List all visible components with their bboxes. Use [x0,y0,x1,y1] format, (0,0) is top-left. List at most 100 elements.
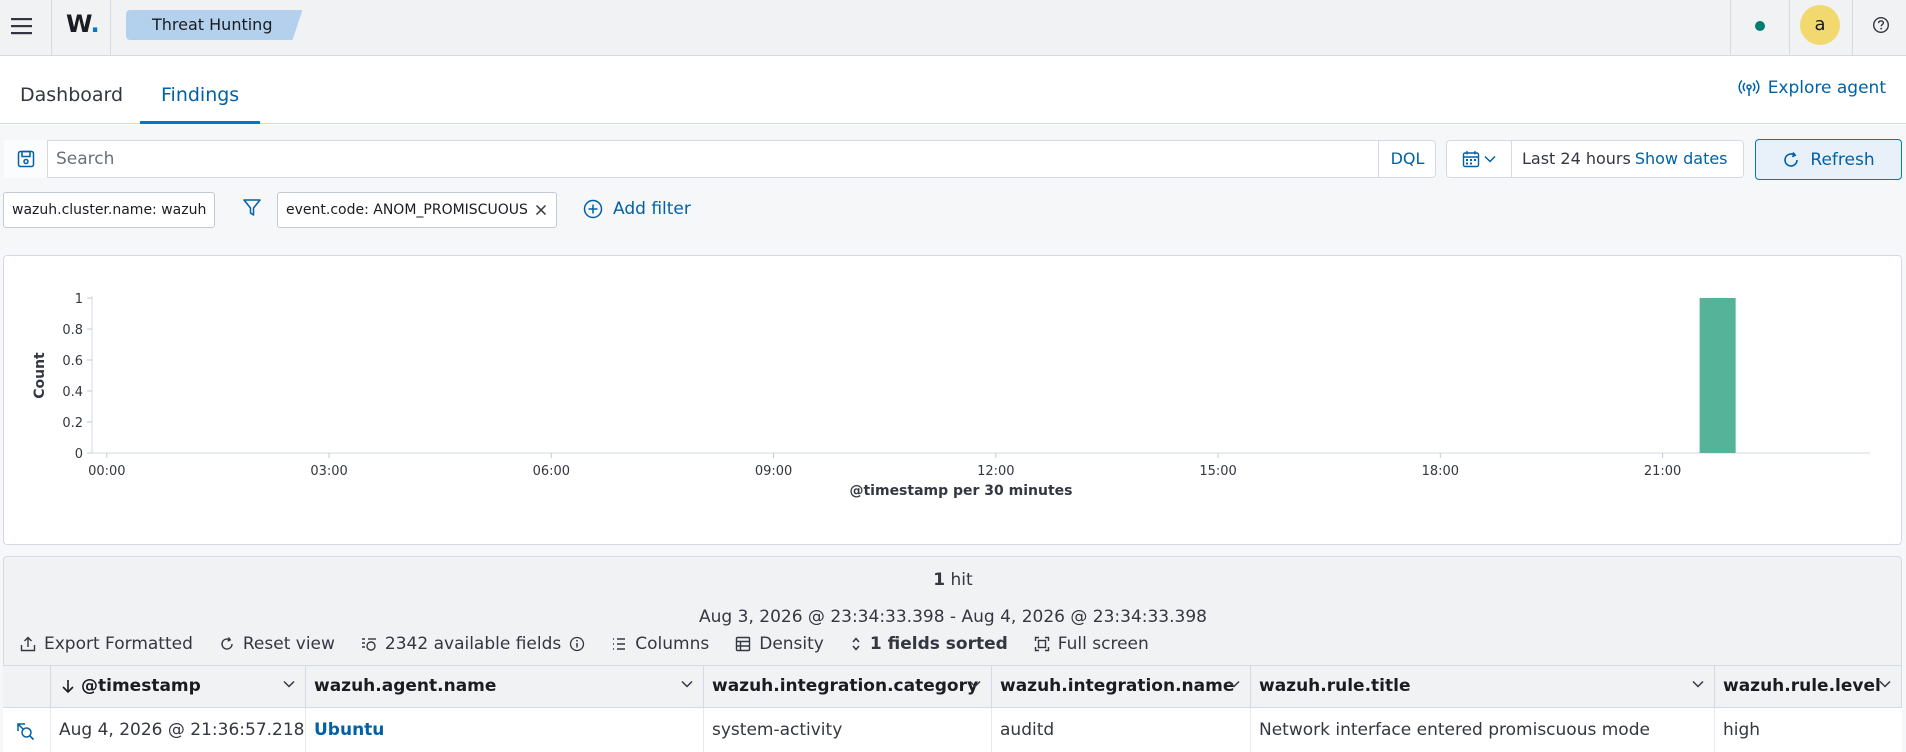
table-cell-agent-name[interactable]: Ubuntu [306,708,704,752]
add-filter-button[interactable]: Add filter [583,199,691,219]
x-tick-label: 12:00 [977,464,1014,479]
divider [51,0,52,55]
sort-fields-label: 1 fields sorted [869,634,1008,654]
column-header-integration-category[interactable]: wazuh.integration.category [704,665,992,708]
density-label: Density [759,634,824,654]
save-icon [17,150,35,168]
table-cell-timestamp[interactable]: Aug 4, 2026 @ 21:36:57.218 [51,708,306,752]
table-cell-rule-level[interactable]: high [1715,708,1902,752]
table-cell-rule-title[interactable]: Network interface entered promiscuous mo… [1251,708,1715,752]
column-header-label: wazuh.agent.name [314,676,497,696]
column-header-rule-title[interactable]: wazuh.rule.title [1251,665,1715,708]
chevron-down-icon[interactable] [1879,680,1891,688]
column-header-agent-name[interactable]: wazuh.agent.name [306,665,704,708]
columns-label: Columns [635,634,710,654]
chevron-down-icon[interactable] [1228,680,1240,688]
help-icon[interactable] [1872,16,1890,34]
available-fields-label: 2342 available fields [384,634,562,654]
table-row-inspect[interactable] [3,708,51,752]
column-header-integration-name[interactable]: wazuh.integration.name [992,665,1251,708]
table-density-icon [735,636,751,652]
y-tick-label: 0.4 [62,385,83,400]
sort-fields-button[interactable]: 1 fields sorted [850,634,1008,654]
full-screen-label: Full screen [1057,634,1149,654]
date-range-display[interactable]: Last 24 hours Show dates [1522,149,1728,168]
health-status-dot[interactable] [1755,21,1765,31]
column-header-label: wazuh.integration.name [1000,676,1235,696]
divider [1852,0,1853,55]
active-tab-indicator [140,121,260,124]
inspect-document-icon[interactable] [15,721,35,741]
full-screen-button[interactable]: Full screen [1034,634,1149,654]
column-header-timestamp[interactable]: @timestamp [51,665,306,708]
refresh-icon [1782,151,1800,169]
x-axis-title: @timestamp per 30 minutes [849,483,1072,499]
broadcast-icon [1738,79,1760,97]
add-filter-label: Add filter [613,199,691,219]
info-icon[interactable] [569,636,585,652]
top-navigation-bar: W. Threat Hunting a [0,0,1906,56]
x-tick-label: 06:00 [533,464,570,479]
y-tick-label: 0.6 [62,354,83,369]
x-tick-label: 00:00 [88,464,125,479]
refresh-label: Refresh [1810,149,1875,170]
histogram-bar[interactable] [1699,298,1736,453]
tab-dashboard[interactable]: Dashboard [20,84,123,106]
menu-icon[interactable] [10,16,34,36]
remove-filter-icon[interactable] [535,204,547,216]
search-input[interactable] [50,140,1375,178]
density-button[interactable]: Density [735,634,824,654]
table-cell-integration-name[interactable]: auditd [992,708,1251,752]
divider [1789,0,1790,55]
column-header-rule-level[interactable]: wazuh.rule.level [1715,665,1902,708]
reset-icon [219,636,235,652]
x-tick-label: 03:00 [310,464,347,479]
logo-dot: . [90,10,100,38]
wazuh-logo[interactable]: W. [66,10,100,38]
reset-view-label: Reset view [242,634,335,654]
histogram-chart[interactable]: 0 0.2 0.4 0.6 0.8 1 00:00 03:00 06:00 09:00 12:00 1… [4,256,1901,544]
export-icon [20,636,36,652]
refresh-button[interactable]: Refresh [1755,139,1902,180]
filter-label: event.code: ANOM_PROMISCUOUS [286,202,528,218]
tab-findings[interactable]: Findings [161,84,239,106]
y-axis-title: Count [32,352,48,399]
breadcrumb-threat-hunting[interactable]: Threat Hunting [126,10,302,40]
saved-queries-button[interactable] [4,140,48,178]
hit-count-number: 1 [933,570,946,590]
sort-icon [850,636,862,652]
chevron-down-icon[interactable] [681,680,693,688]
results-time-range: Aug 3, 2026 @ 23:34:33.398 - Aug 4, 2026… [699,607,1207,627]
query-language-button[interactable]: DQL [1378,140,1436,178]
columns-button[interactable]: Columns [611,634,709,654]
y-tick-label: 0 [75,447,83,462]
column-header-label: wazuh.rule.title [1259,676,1411,696]
divider [110,0,111,55]
available-fields-button[interactable]: 2342 available fields [361,634,585,654]
export-label: Export Formatted [44,634,193,654]
grid-toolbar: Export Formatted Reset view 2342 availab… [20,634,1149,654]
export-formatted-button[interactable]: Export Formatted [20,634,193,654]
logo-letter: W [66,10,91,38]
show-dates-link[interactable]: Show dates [1635,149,1728,168]
filter-icon[interactable] [242,198,262,218]
explore-agent-button[interactable]: Explore agent [1738,78,1886,98]
chevron-down-icon[interactable] [969,680,981,688]
reset-view-button[interactable]: Reset view [219,634,335,654]
date-range-label: Last 24 hours [1522,149,1631,168]
table-cell-integration-category[interactable]: system-activity [704,708,992,752]
pinned-filter-pill[interactable]: wazuh.cluster.name: wazuh [3,192,216,228]
user-avatar[interactable]: a [1800,5,1840,45]
calendar-icon [1462,150,1480,168]
hit-count-label: hit [950,570,973,590]
row-control-header [3,665,51,708]
column-header-label: wazuh.integration.category [712,676,979,696]
chevron-down-icon[interactable] [1692,680,1704,688]
y-tick-label: 0.2 [62,416,83,431]
chevron-down-icon[interactable] [283,680,295,688]
y-tick-label: 1 [75,292,83,307]
column-header-label: @timestamp [81,676,201,696]
list-icon [611,636,627,652]
quick-select-button[interactable] [1446,140,1512,178]
active-filter-pill[interactable]: event.code: ANOM_PROMISCUOUS [277,192,557,228]
